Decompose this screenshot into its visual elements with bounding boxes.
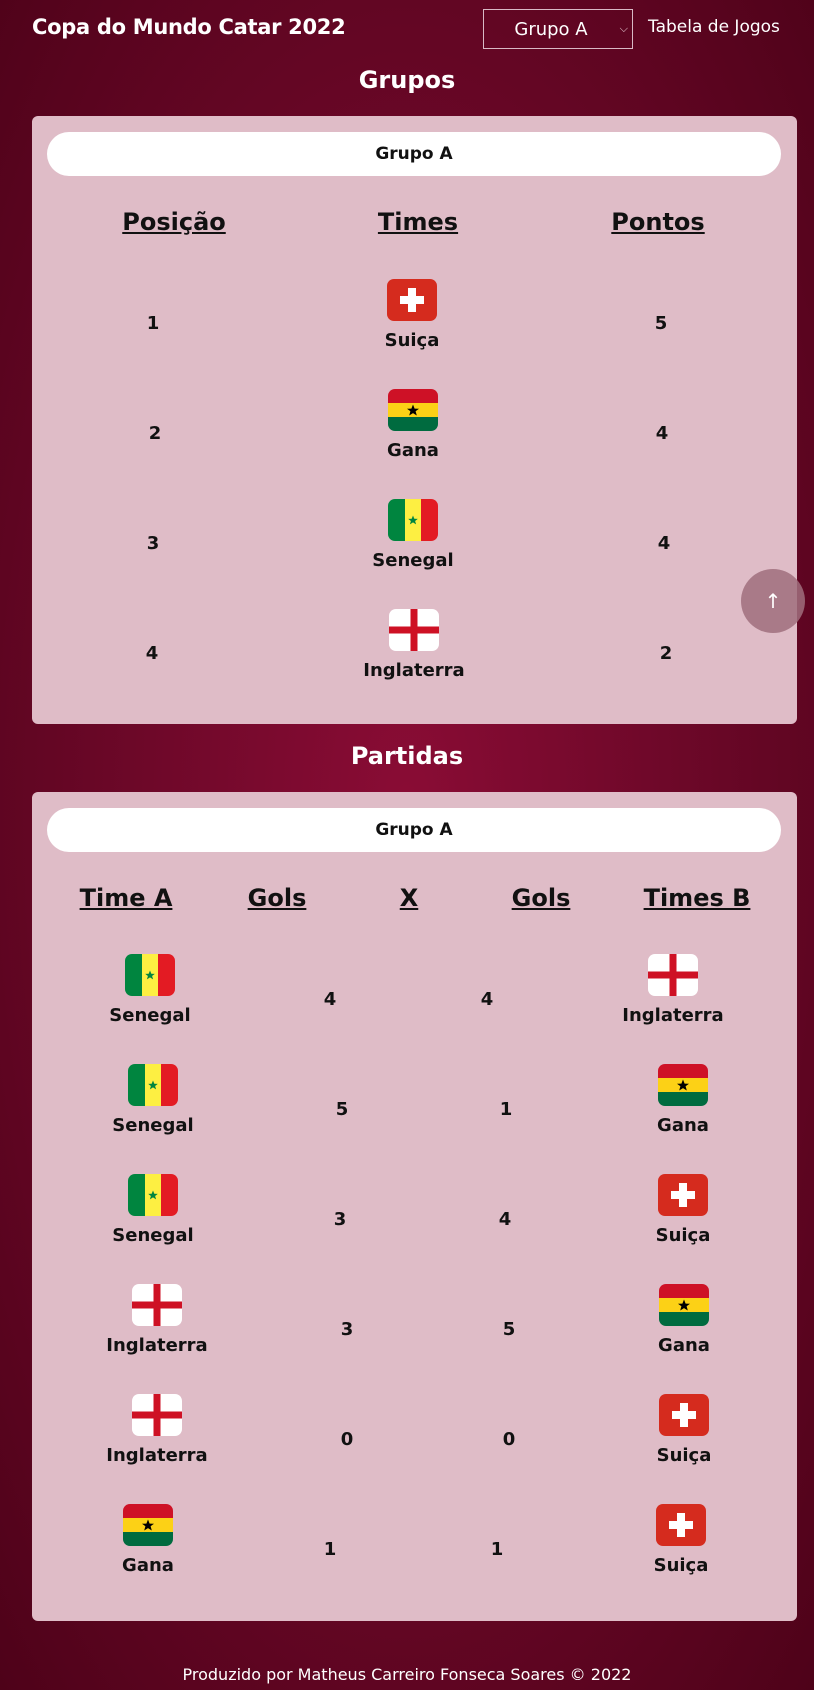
match-team-b: Inglaterra <box>593 954 753 1026</box>
match-goals-a: 3 <box>333 1209 347 1230</box>
standing-position: 2 <box>148 423 162 444</box>
match-team-b: Suiça <box>603 1174 763 1246</box>
standing-position: 1 <box>146 313 160 334</box>
scroll-to-top-button[interactable]: ↑ <box>741 569 805 633</box>
ghana-flag-icon <box>123 1504 173 1546</box>
switzerland-flag-icon <box>658 1174 708 1216</box>
match-team-a: Inglaterra <box>77 1284 237 1356</box>
standing-position: 4 <box>145 643 159 664</box>
groups-group-pill: Grupo A <box>47 132 781 176</box>
groups-section-title: Grupos <box>358 66 456 94</box>
team-name: Senegal <box>112 1115 194 1136</box>
team-name: Senegal <box>112 1225 194 1246</box>
footer-credit: Produzido por Matheus Carreiro Fonseca S… <box>182 1665 632 1684</box>
match-team-a: Senegal <box>73 1064 233 1136</box>
team-name: Gana <box>657 1115 709 1136</box>
team-name: Senegal <box>372 550 454 571</box>
senegal-flag-icon <box>128 1174 178 1216</box>
nav-link-tabela-de-jogos[interactable]: Tabela de Jogos <box>648 17 780 37</box>
standing-position: 3 <box>146 533 160 554</box>
match-goals-b: 4 <box>498 1209 512 1230</box>
matches-panel: Grupo A Time A Gols X Gols Times B Seneg… <box>32 792 797 1621</box>
header-team-b: Times B <box>643 884 751 912</box>
chevron-down-icon: ⌵ <box>619 22 628 35</box>
team-name: Inglaterra <box>106 1335 208 1356</box>
standing-points: 4 <box>655 423 669 444</box>
app-title: Copa do Mundo Catar 2022 <box>32 15 346 39</box>
switzerland-flag-icon <box>387 279 437 321</box>
match-team-a: Gana <box>68 1504 228 1576</box>
ghana-flag-icon <box>659 1284 709 1326</box>
england-flag-icon <box>132 1394 182 1436</box>
england-flag-icon <box>648 954 698 996</box>
team-name: Gana <box>387 440 439 461</box>
standing-team: Suiça <box>332 279 492 351</box>
match-team-b: Suiça <box>601 1504 761 1576</box>
matches-group-pill: Grupo A <box>47 808 781 852</box>
match-goals-a: 3 <box>340 1319 354 1340</box>
standing-points: 4 <box>657 533 671 554</box>
standing-team: Senegal <box>333 499 493 571</box>
match-team-b: Suiça <box>604 1394 764 1466</box>
team-name: Gana <box>122 1555 174 1576</box>
group-select-value: Grupo A <box>514 18 588 40</box>
header-team-a: Time A <box>79 884 173 912</box>
match-goals-b: 1 <box>490 1539 504 1560</box>
match-team-b: Gana <box>603 1064 763 1136</box>
standing-team: Gana <box>333 389 493 461</box>
ghana-flag-icon <box>388 389 438 431</box>
match-team-a: Inglaterra <box>77 1394 237 1466</box>
header-goals-a: Gols <box>247 884 307 912</box>
top-nav: Copa do Mundo Catar 2022 Grupo A ⌵ Tabel… <box>0 0 814 60</box>
header-position: Posição <box>122 208 226 236</box>
team-name: Suiça <box>655 1225 711 1246</box>
match-team-a: Senegal <box>73 1174 233 1246</box>
match-goals-b: 1 <box>499 1099 513 1120</box>
match-goals-a: 0 <box>340 1429 354 1450</box>
standing-points: 2 <box>659 643 673 664</box>
switzerland-flag-icon <box>656 1504 706 1546</box>
header-x: X <box>399 884 419 912</box>
standing-points: 5 <box>654 313 668 334</box>
groups-panel: Grupo A Posição Times Pontos 1 Suiça 5 2 Gan… <box>32 116 797 724</box>
standing-team: Inglaterra <box>334 609 494 681</box>
match-goals-a: 1 <box>323 1539 337 1560</box>
arrow-up-icon: ↑ <box>764 589 782 613</box>
england-flag-icon <box>389 609 439 651</box>
team-name: Suiça <box>653 1555 709 1576</box>
header-teams: Times <box>377 208 459 236</box>
team-name: Inglaterra <box>622 1005 724 1026</box>
match-team-a: Senegal <box>70 954 230 1026</box>
match-goals-b: 0 <box>502 1429 516 1450</box>
header-points: Pontos <box>611 208 705 236</box>
team-name: Inglaterra <box>363 660 465 681</box>
ghana-flag-icon <box>658 1064 708 1106</box>
header-goals-b: Gols <box>511 884 571 912</box>
match-goals-b: 4 <box>480 989 494 1010</box>
england-flag-icon <box>132 1284 182 1326</box>
team-name: Gana <box>658 1335 710 1356</box>
match-goals-a: 5 <box>335 1099 349 1120</box>
match-goals-b: 5 <box>502 1319 516 1340</box>
senegal-flag-icon <box>125 954 175 996</box>
senegal-flag-icon <box>128 1064 178 1106</box>
team-name: Inglaterra <box>106 1445 208 1466</box>
group-select[interactable]: Grupo A ⌵ <box>483 9 633 49</box>
matches-section-title: Partidas <box>350 742 464 770</box>
match-goals-a: 4 <box>323 989 337 1010</box>
senegal-flag-icon <box>388 499 438 541</box>
team-name: Senegal <box>109 1005 191 1026</box>
switzerland-flag-icon <box>659 1394 709 1436</box>
team-name: Suiça <box>384 330 440 351</box>
team-name: Suiça <box>656 1445 712 1466</box>
match-team-b: Gana <box>604 1284 764 1356</box>
